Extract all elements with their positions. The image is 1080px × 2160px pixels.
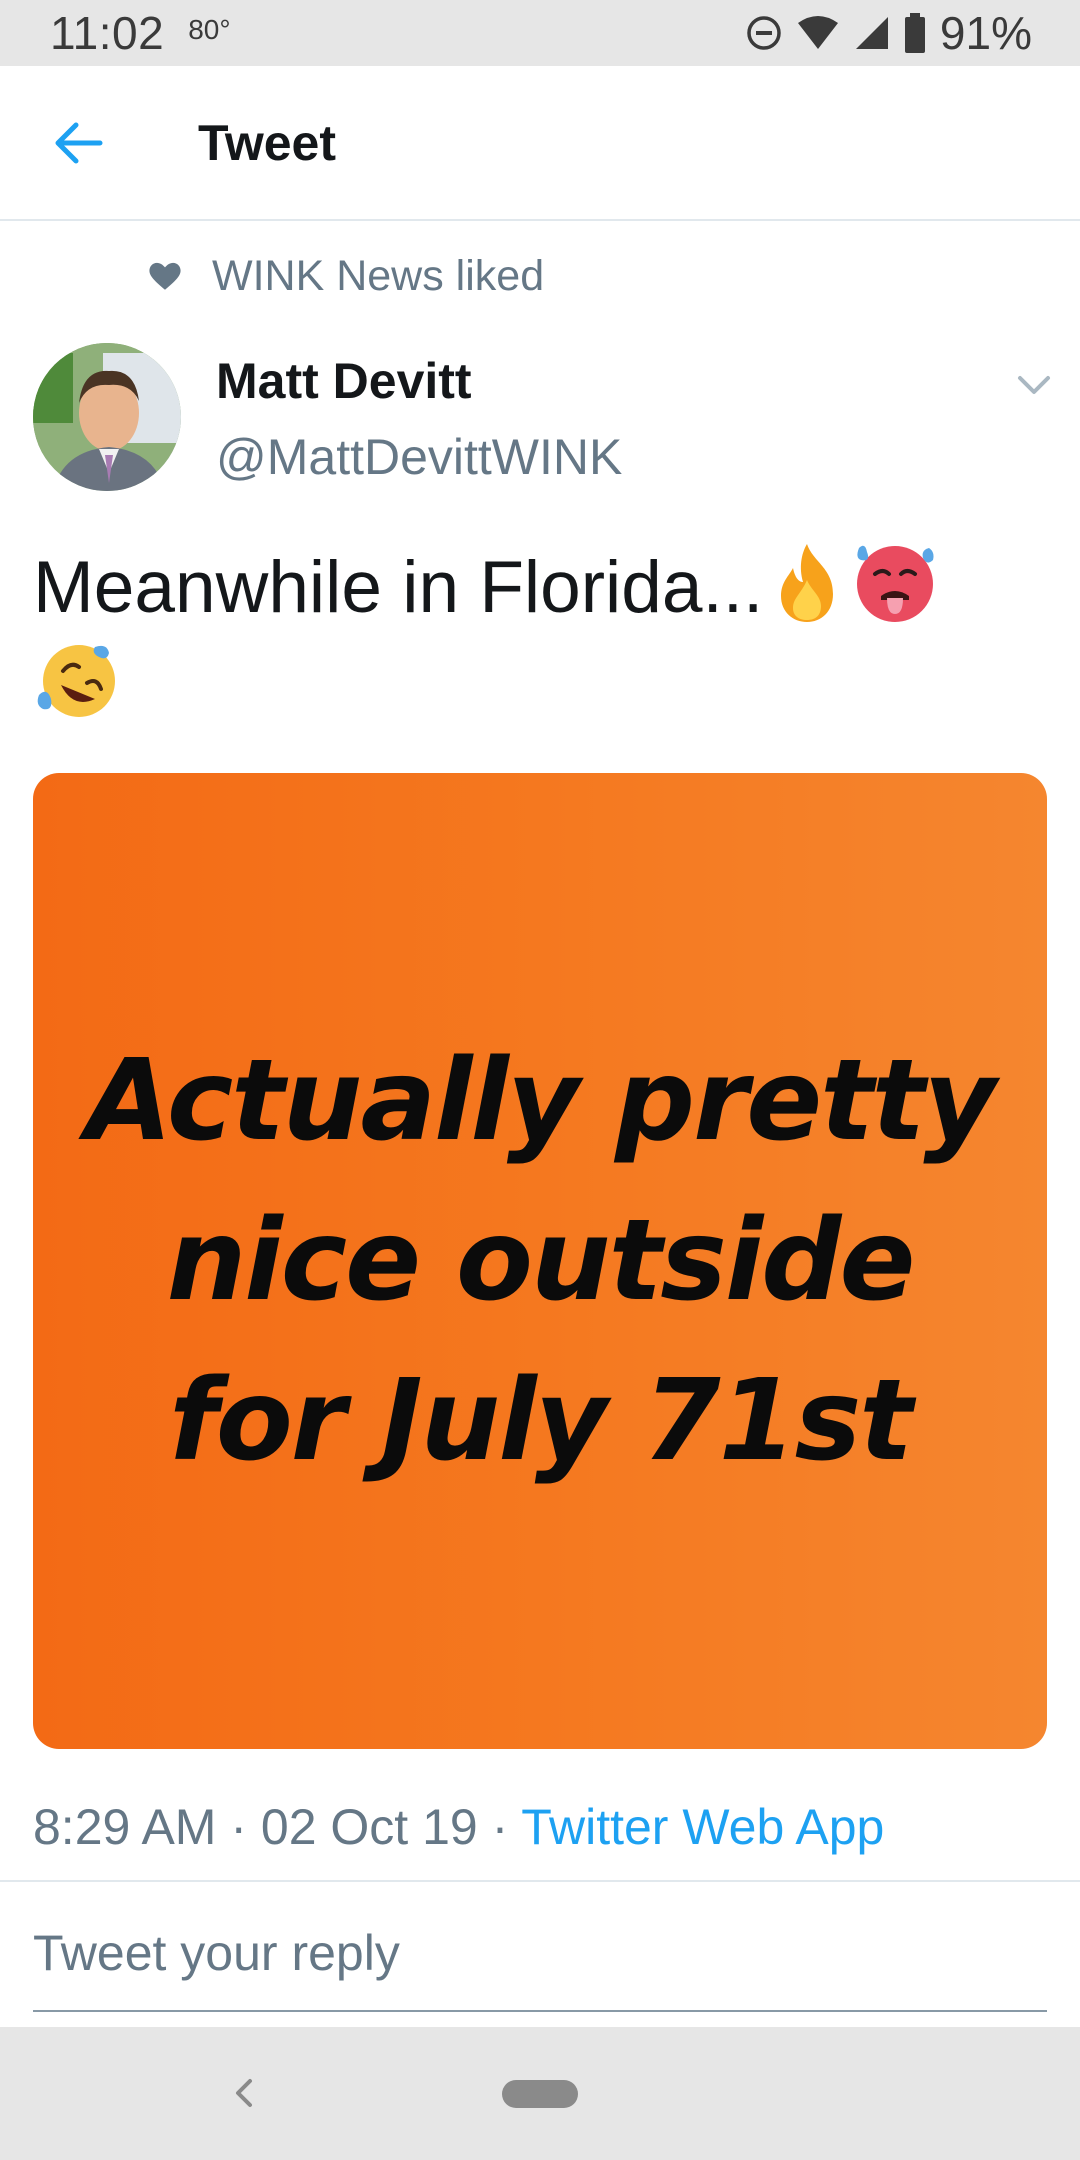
status-time: 11:02 [50,7,165,59]
rolling-laughing-emoji [37,645,115,717]
wifi-icon [797,16,838,49]
reply-placeholder: Tweet your reply [33,1925,400,1981]
hot-face-emoji [857,545,934,622]
avatar[interactable] [33,343,181,491]
page-title: Tweet [198,114,336,171]
meta-separator: · [216,1799,261,1855]
image-text-line: nice outside [166,1196,916,1326]
status-temperature: 80° [188,14,231,45]
tweet-image[interactable]: Actually pretty nice outside for July 71… [33,773,1047,1749]
author-handle[interactable]: @MattDevittWINK [216,428,622,486]
tweet-time: 8:29 AM [33,1799,217,1855]
chevron-down-icon[interactable] [1012,362,1056,406]
nav-back-icon[interactable] [222,2071,266,2115]
tweet-date: 02 Oct 19 [260,1799,478,1855]
battery-icon [904,13,925,53]
back-button[interactable] [38,103,118,183]
tweet-text: Meanwhile in Florida... [33,538,1043,736]
tweet-source-link[interactable]: Twitter Web App [521,1799,884,1855]
battery-percentage: 91% [939,7,1032,59]
nav-home-pill[interactable] [502,2080,578,2108]
social-context-text: WINK News liked [212,252,545,300]
cell-signal-icon [855,17,888,49]
fire-emoji [781,544,834,622]
status-bar: 11:02 80° 91% [0,0,1080,66]
image-text-line: for July 71st [169,1356,913,1486]
arrow-left-icon [55,122,103,163]
image-text-line: Actually pretty [85,1036,997,1166]
avatar-photo [33,343,181,491]
app-bar: Tweet [0,66,1080,221]
author-name[interactable]: Matt Devitt [216,352,472,410]
reply-input[interactable]: Tweet your reply [33,1924,1047,2012]
social-context[interactable]: WINK News liked [148,252,544,301]
system-nav-bar [0,2027,1080,2160]
heart-icon [149,262,181,290]
divider [0,1880,1080,1882]
meta-separator: · [477,1799,522,1855]
tweet-text-body: Meanwhile in Florida... [33,547,764,628]
do-not-disturb-icon [747,16,781,50]
tweet-image-text: Actually pretty nice outside for July 71… [56,1021,1025,1501]
tweet-meta: 8:29 AM · 02 Oct 19 · Twitter Web App [33,1798,884,1856]
status-icons: 91% [746,6,1032,60]
